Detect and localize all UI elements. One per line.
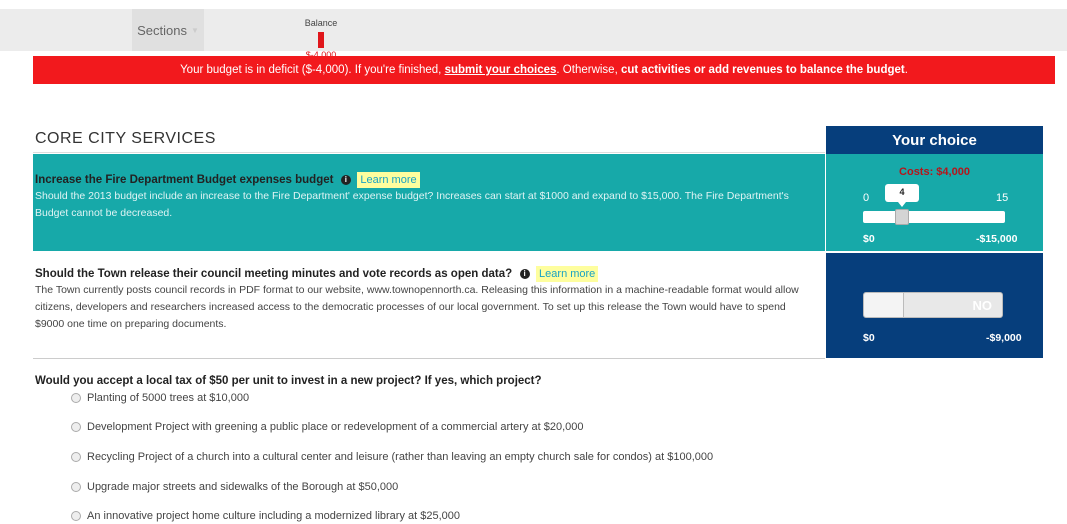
project-option[interactable]: An innovative project home culture inclu…	[71, 510, 460, 522]
slider-min-label: 0	[863, 192, 870, 204]
open-data-choice: NO $0 -$9,000	[826, 253, 1043, 358]
fire-department-choice: Costs: $4,000 0 15 4 $0 -$15,000	[826, 154, 1043, 251]
toggle-knob[interactable]	[864, 293, 904, 317]
sections-label: Sections	[137, 22, 187, 38]
radio-button[interactable]	[71, 393, 81, 403]
radio-button[interactable]	[71, 511, 81, 521]
submit-choices-link[interactable]: submit your choices	[445, 64, 557, 76]
alert-text-mid: . Otherwise,	[556, 64, 621, 76]
fire-department-row: Increase the Fire Department Budget expe…	[33, 154, 825, 251]
top-bar: Sections ▼ Balance $-4,000	[0, 9, 1067, 60]
question-title: Increase the Fire Department Budget expe…	[35, 174, 334, 186]
info-icon: i	[519, 269, 530, 279]
option-label: Upgrade major streets and sidewalks of t…	[87, 481, 399, 493]
learn-more-link[interactable]: Learn more	[536, 266, 599, 282]
radio-button[interactable]	[71, 422, 81, 432]
chevron-down-icon: ▼	[190, 25, 199, 35]
slider-max-label: 15	[996, 192, 1009, 204]
question-description: The Town currently posts council records…	[35, 284, 799, 330]
deficit-alert: Your budget is in deficit ($-4,000). If …	[33, 56, 1055, 84]
question-title: Should the Town release their council me…	[35, 268, 513, 280]
section-title: CORE CITY SERVICES	[35, 130, 216, 147]
costs-label: Costs: $4,000	[899, 166, 970, 178]
option-label: Planting of 5000 trees at $10,000	[87, 392, 250, 404]
project-option[interactable]: Planting of 5000 trees at $10,000	[71, 392, 249, 404]
balance-label: Balance	[304, 18, 338, 28]
left-amount: $0	[863, 332, 875, 344]
option-label: An innovative project home culture inclu…	[87, 510, 460, 522]
alert-text-suffix: .	[904, 64, 908, 76]
project-option[interactable]: Development Project with greening a publ…	[71, 421, 584, 433]
divider	[33, 358, 825, 359]
alert-text-prefix: Your budget is in deficit ($-4,000). If …	[180, 64, 445, 76]
project-option[interactable]: Upgrade major streets and sidewalks of t…	[71, 481, 398, 493]
learn-more-link[interactable]: Learn more	[357, 172, 420, 188]
question-title: Would you accept a local tax of $50 per …	[35, 375, 542, 387]
open-data-toggle[interactable]: NO	[863, 292, 1003, 318]
option-label: Recycling Project of a church into a cul…	[87, 451, 714, 463]
slider-value-tooltip: 4	[885, 184, 919, 207]
left-amount: $0	[863, 233, 875, 245]
right-amount: -$15,000	[976, 233, 1018, 245]
divider	[33, 152, 825, 153]
toggle-value: NO	[972, 298, 993, 313]
radio-button[interactable]	[71, 482, 81, 492]
question-description: Should the 2013 budget include an increa…	[35, 190, 789, 219]
radio-button[interactable]	[71, 452, 81, 462]
slider-handle[interactable]	[895, 209, 909, 225]
budget-slider[interactable]	[863, 211, 1005, 223]
project-option[interactable]: Recycling Project of a church into a cul…	[71, 451, 713, 463]
your-choice-header: Your choice	[826, 126, 1043, 154]
info-icon: i	[340, 175, 351, 185]
alert-cut-text: cut activities or add revenues to balanc…	[620, 64, 905, 76]
balance-bar	[318, 32, 324, 48]
option-label: Development Project with greening a publ…	[87, 421, 584, 433]
open-data-row: Should the Town release their council me…	[35, 264, 817, 333]
right-amount: -$9,000	[986, 332, 1022, 344]
sections-dropdown[interactable]: Sections ▼	[132, 9, 204, 51]
